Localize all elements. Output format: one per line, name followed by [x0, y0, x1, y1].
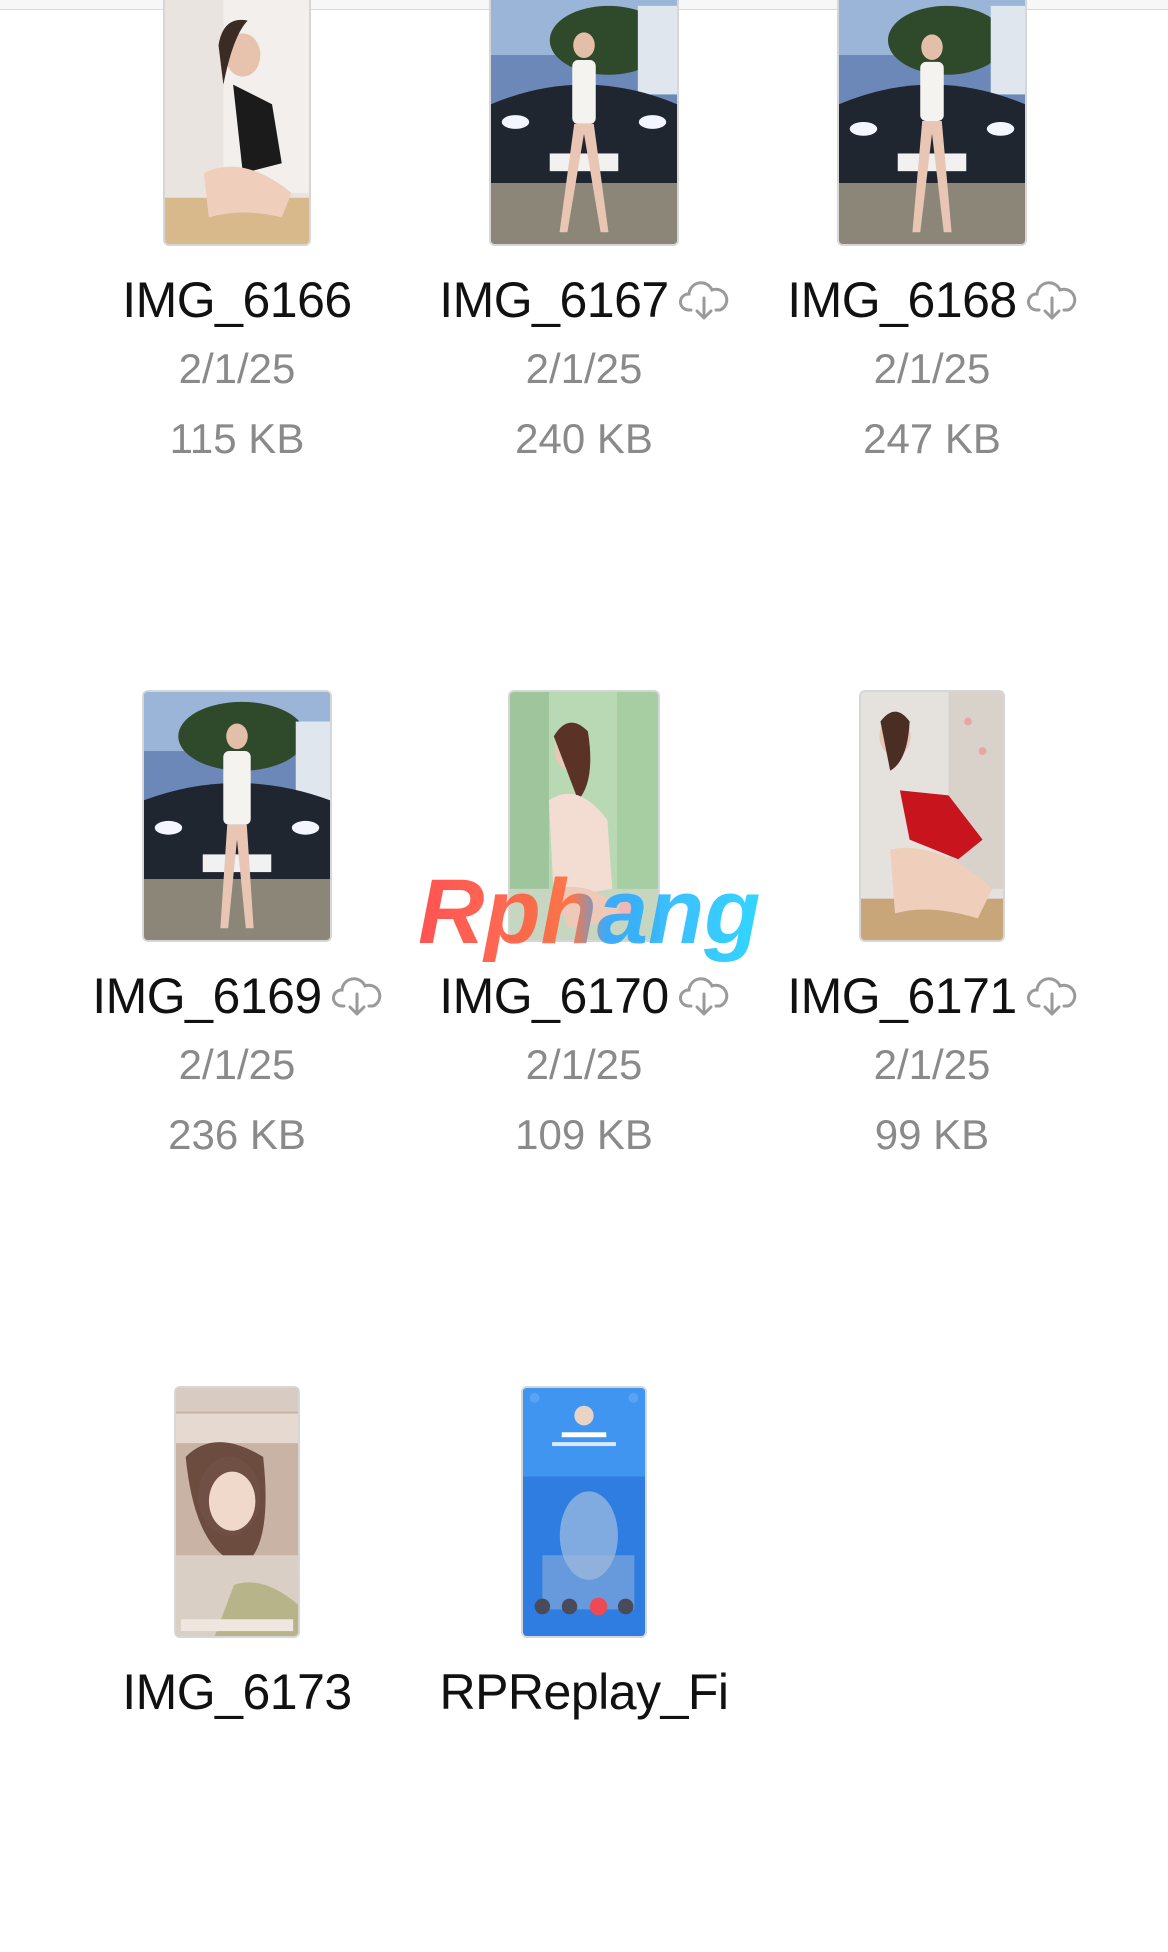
file-item[interactable]: IMG_6171 2/1/25 99 KB	[758, 690, 1106, 1256]
file-size: 236 KB	[168, 1111, 306, 1158]
file-size: 240 KB	[515, 415, 653, 462]
file-name: RPReplay_Fi	[439, 1664, 729, 1720]
file-name-row: IMG_6168	[758, 270, 1106, 330]
file-name: IMG_6166	[122, 272, 352, 328]
file-date: 2/1/25	[873, 345, 991, 392]
file-item[interactable]: IMG_6173	[63, 1386, 411, 1952]
file-name-row: IMG_6171	[758, 966, 1106, 1026]
file-name-row: IMG_6170	[410, 966, 758, 1026]
file-grid: IMG_6166 2/1/25 115 KB IMG_6167 2/1/25 2…	[0, 0, 1168, 1816]
cloud-download-icon[interactable]	[1026, 280, 1077, 320]
cloud-download-icon[interactable]	[331, 976, 382, 1016]
file-size: 109 KB	[515, 1111, 653, 1158]
file-name: IMG_6169	[92, 968, 322, 1024]
cloud-download-icon[interactable]	[678, 976, 729, 1016]
file-date: 2/1/25	[178, 1041, 296, 1088]
file-thumbnail[interactable]	[142, 690, 332, 942]
file-date: 2/1/25	[525, 1041, 643, 1088]
file-thumbnail[interactable]	[489, 0, 679, 246]
file-item[interactable]: RPReplay_Fi	[410, 1386, 758, 1952]
file-name-row: IMG_6173	[63, 1662, 411, 1722]
file-name: IMG_6170	[439, 968, 669, 1024]
file-item[interactable]: IMG_6169 2/1/25 236 KB	[63, 690, 411, 1256]
file-name: IMG_6167	[439, 272, 669, 328]
file-item[interactable]: IMG_6166 2/1/25 115 KB	[63, 0, 411, 560]
file-name: IMG_6173	[122, 1664, 352, 1720]
file-date: 2/1/25	[873, 1041, 991, 1088]
file-thumbnail[interactable]	[521, 1386, 647, 1638]
file-thumbnail[interactable]	[859, 690, 1005, 942]
file-name-row: RPReplay_Fi	[410, 1662, 758, 1722]
file-item[interactable]: IMG_6167 2/1/25 240 KB	[410, 0, 758, 560]
file-date: 2/1/25	[178, 345, 296, 392]
file-size: 115 KB	[169, 415, 305, 462]
file-name-row: IMG_6166	[63, 270, 411, 330]
file-item[interactable]: IMG_6170 2/1/25 109 KB	[410, 690, 758, 1256]
file-size: 99 KB	[874, 1111, 990, 1158]
file-name: IMG_6168	[787, 272, 1017, 328]
cloud-download-icon[interactable]	[678, 280, 729, 320]
file-name: IMG_6171	[787, 968, 1017, 1024]
file-thumbnail[interactable]	[508, 690, 660, 942]
file-name-row: IMG_6169	[63, 966, 411, 1026]
file-item[interactable]: IMG_6168 2/1/25 247 KB	[758, 0, 1106, 560]
file-date: 2/1/25	[525, 345, 643, 392]
file-thumbnail[interactable]	[837, 0, 1027, 246]
file-size: 247 KB	[863, 415, 1001, 462]
file-thumbnail[interactable]	[163, 0, 311, 246]
cloud-download-icon[interactable]	[1026, 976, 1077, 1016]
file-name-row: IMG_6167	[410, 270, 758, 330]
file-thumbnail[interactable]	[174, 1386, 300, 1638]
